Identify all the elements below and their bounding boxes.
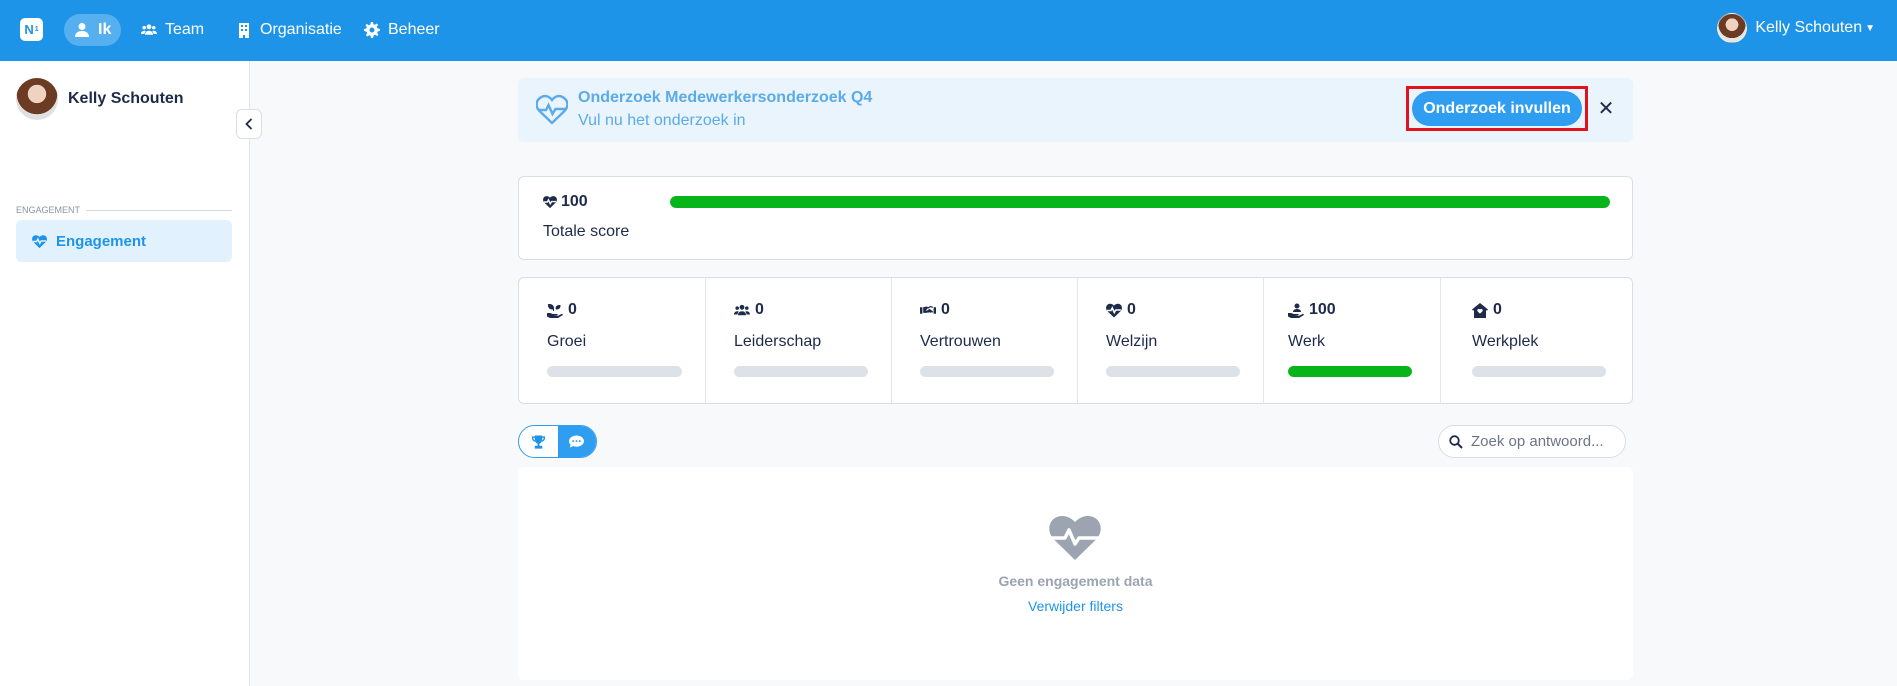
- trophy-icon: [531, 434, 545, 449]
- category-progress: [1472, 366, 1606, 377]
- total-score-label: Totale score: [543, 223, 630, 240]
- category-vertrouwen: 0 Vertrouwen: [892, 278, 1078, 403]
- handshake-icon: [920, 305, 936, 314]
- search-input[interactable]: [1471, 433, 1611, 450]
- category-progress: [1288, 366, 1412, 377]
- seedling-hand-icon: [547, 303, 563, 318]
- category-werk: 100 Werk: [1264, 278, 1441, 403]
- search-icon: [1449, 434, 1463, 449]
- category-progress: [1106, 366, 1240, 377]
- avatar: [1717, 13, 1748, 43]
- users-icon: [734, 304, 750, 315]
- category-progress: [734, 366, 868, 377]
- close-icon[interactable]: ✕: [1596, 98, 1616, 120]
- remove-filters-link[interactable]: Verwijder filters: [518, 598, 1633, 614]
- toggle-comments[interactable]: [557, 426, 596, 457]
- category-label: Leiderschap: [734, 333, 822, 350]
- house-icon: [1472, 302, 1488, 318]
- sidebar-item-engagement[interactable]: Engagement: [16, 220, 232, 262]
- heartbeat-icon: [1049, 516, 1101, 560]
- building-icon: [239, 23, 249, 38]
- category-label: Werkplek: [1472, 333, 1539, 350]
- category-welzijn: 0 Welzijn: [1078, 278, 1264, 403]
- banner-title: Onderzoek Medewerkersonderzoek Q4: [578, 89, 873, 106]
- user-menu-name: Kelly Schouten: [1755, 19, 1863, 36]
- banner-subtitle: Vul nu het onderzoek in: [578, 112, 746, 129]
- nav-item-team[interactable]: Team: [131, 14, 214, 46]
- gear-icon: [364, 22, 380, 38]
- progress-fill: [670, 196, 1610, 208]
- category-label: Werk: [1288, 333, 1326, 350]
- empty-state-title: Geen engagement data: [998, 573, 1153, 589]
- search-box: [1438, 425, 1626, 458]
- heartbeat-icon: [543, 196, 557, 209]
- progress-fill: [1288, 366, 1412, 377]
- category-progress: [547, 366, 682, 377]
- category-label: Vertrouwen: [920, 333, 1001, 350]
- total-score-value: 100: [543, 193, 588, 211]
- survey-banner: Onderzoek Medewerkersonderzoek Q4 Vul nu…: [518, 78, 1633, 142]
- category-werkplek: 0 Werkplek: [1441, 278, 1632, 403]
- avatar: [16, 78, 58, 120]
- toggle-trophy[interactable]: [519, 426, 558, 457]
- empty-state: Geen engagement data Verwijder filters: [518, 467, 1633, 680]
- top-navigation: N1 Ik Team Organisatie Beheer Kelly Scho…: [0, 0, 1897, 61]
- fill-survey-button[interactable]: Onderzoek invullen: [1412, 91, 1582, 126]
- sidebar: Kelly Schouten Engagement Engagement: [0, 61, 250, 686]
- view-toggle: [518, 425, 597, 458]
- heartbeat-icon: [1106, 303, 1122, 317]
- caret-down-icon: ▼: [1865, 22, 1875, 34]
- total-score-card: 100 Totale score: [518, 176, 1633, 260]
- sidebar-item-label: Engagement: [56, 232, 147, 250]
- heartbeat-icon: [32, 234, 47, 248]
- sidebar-section-label: Engagement: [16, 205, 232, 215]
- user-icon: [75, 23, 89, 37]
- nav-item-ik[interactable]: Ik: [64, 14, 122, 46]
- chevron-left-icon: [245, 118, 253, 130]
- category-label: Groei: [547, 333, 587, 350]
- category-leiderschap: 0 Leiderschap: [706, 278, 892, 403]
- hand-holding-user-icon: [1288, 303, 1304, 318]
- category-label: Welzijn: [1106, 333, 1158, 350]
- comment-icon: [569, 434, 585, 448]
- category-progress: [920, 366, 1054, 377]
- sidebar-user: Kelly Schouten: [16, 78, 184, 120]
- collapse-sidebar-button[interactable]: [236, 109, 262, 139]
- category-groei: 0 Groei: [519, 278, 706, 403]
- app-logo[interactable]: N1: [20, 18, 43, 41]
- users-icon: [141, 24, 157, 35]
- category-scores-card: 0 Groei 0 Leiderschap 0 Vertrouwen 0 Wel…: [518, 277, 1633, 404]
- heartbeat-icon: [536, 94, 568, 125]
- nav-item-organisatie[interactable]: Organisatie: [226, 14, 352, 46]
- user-menu[interactable]: Kelly Schouten ▼: [1717, 13, 1875, 43]
- sidebar-user-name: Kelly Schouten: [68, 90, 184, 107]
- total-score-progress: [670, 196, 1610, 208]
- nav-item-beheer[interactable]: Beheer: [354, 14, 450, 46]
